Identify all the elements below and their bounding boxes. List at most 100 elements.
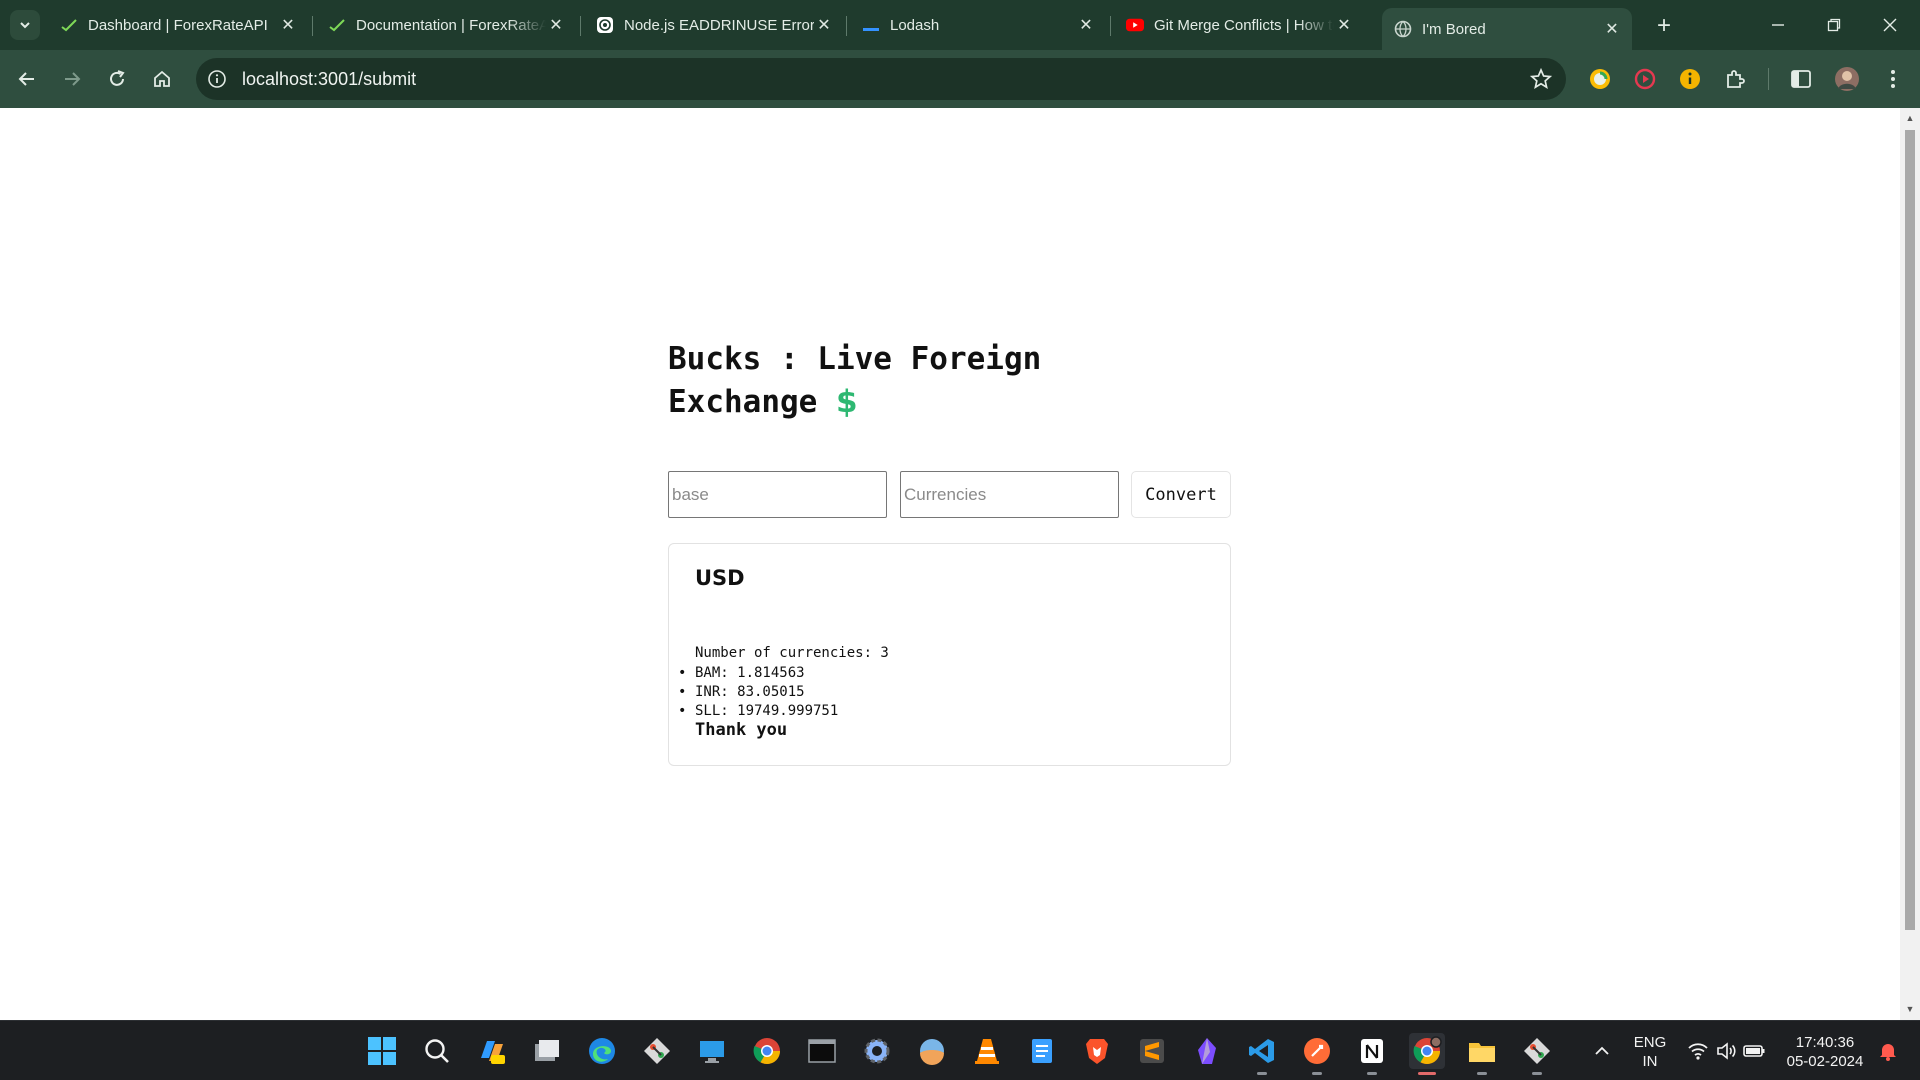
task-view-icon[interactable] [529, 1033, 565, 1069]
clock-time: 17:40:36 [1795, 1034, 1855, 1051]
scroll-up-arrow-icon[interactable]: ▲ [1905, 113, 1915, 123]
notepad-icon[interactable] [1024, 1033, 1060, 1069]
settings-icon[interactable] [859, 1033, 895, 1069]
language-code: ENG [1633, 1034, 1667, 1051]
toolbar-divider [1768, 68, 1769, 90]
forward-button[interactable] [57, 64, 87, 94]
chevron-up-icon[interactable] [1584, 1033, 1620, 1069]
profile-avatar[interactable] [1834, 66, 1860, 92]
convert-button[interactable]: Convert [1131, 471, 1231, 518]
vlc-icon[interactable] [969, 1033, 1005, 1069]
lodash-icon [862, 16, 880, 34]
edge-icon[interactable] [584, 1033, 620, 1069]
postman-icon[interactable] [1299, 1033, 1335, 1075]
file-explorer-icon[interactable] [1464, 1033, 1500, 1075]
tab-separator [1110, 16, 1111, 36]
search-icon[interactable] [419, 1033, 455, 1069]
site-info-icon[interactable] [206, 68, 228, 90]
obsidian-icon[interactable] [1189, 1033, 1225, 1069]
new-tab-button[interactable]: + [1650, 12, 1678, 40]
forexrate-check-icon [328, 16, 346, 34]
result-currency-count: Number of currencies: 3 [695, 645, 889, 661]
close-icon[interactable]: ✕ [1334, 15, 1354, 35]
region-code: IN [1642, 1053, 1658, 1070]
tab-title: Git Merge Conflicts | How to [1154, 16, 1334, 34]
restore-button[interactable] [1814, 10, 1854, 40]
restore-icon [1827, 18, 1841, 32]
browser-toolbar: localhost:3001/submit [0, 50, 1920, 108]
scroll-down-arrow-icon[interactable]: ▼ [1905, 1004, 1915, 1014]
rate-item-bam: BAM: 1.814563 [678, 664, 838, 683]
home-button[interactable] [147, 64, 177, 94]
extension-info-icon[interactable] [1677, 66, 1703, 92]
git-gui-icon[interactable] [1519, 1033, 1555, 1075]
sublime-icon[interactable] [1134, 1033, 1170, 1069]
extension-google-icon[interactable] [1587, 66, 1613, 92]
chrome-icon[interactable] [749, 1033, 785, 1069]
minimize-icon [1772, 24, 1784, 26]
arrow-right-icon [65, 72, 81, 86]
tab-separator [846, 16, 847, 36]
windows-start-icon[interactable] [364, 1033, 400, 1069]
url-text[interactable]: localhost:3001/submit [242, 69, 416, 90]
brave-icon[interactable] [1079, 1033, 1115, 1069]
reload-button[interactable] [102, 64, 132, 94]
tab-title: Lodash [890, 16, 940, 34]
system-clock[interactable]: 17:40:36 05-02-2024 [1780, 1033, 1870, 1071]
battery-icon[interactable] [1736, 1033, 1772, 1069]
side-panel-icon[interactable] [1788, 66, 1814, 92]
result-base-currency: USD [695, 566, 745, 590]
page-scrollbar[interactable]: ▲ ▼ [1900, 108, 1920, 1020]
close-window-button[interactable] [1870, 10, 1910, 40]
browser-menu-icon[interactable] [1880, 66, 1906, 92]
base-currency-input[interactable] [668, 471, 887, 518]
tab-documentation-forexrateapi[interactable]: Documentation | ForexRateAPI ✕ [316, 8, 576, 42]
chrome-profile-icon[interactable] [1409, 1033, 1445, 1075]
tab-separator [312, 16, 313, 36]
tab-separator [580, 16, 581, 36]
currencies-input[interactable] [900, 471, 1119, 518]
tab-dashboard-forexrateapi[interactable]: Dashboard | ForexRateAPI ✕ [48, 8, 308, 42]
back-button[interactable] [12, 64, 42, 94]
chevron-down-icon [20, 22, 30, 29]
tab-git-merge-conflicts[interactable]: Git Merge Conflicts | How to ✕ [1114, 8, 1364, 42]
rate-item-sll: SLL: 19749.999751 [678, 702, 838, 721]
page-title: Bucks : Live Foreign Exchange $ [668, 338, 1088, 424]
thank-you-text: Thank you [695, 720, 788, 740]
weather-icon[interactable] [914, 1033, 950, 1069]
extensions-puzzle-icon[interactable] [1722, 66, 1748, 92]
extension-record-icon[interactable] [1632, 66, 1658, 92]
tab-title: Documentation | ForexRateAPI [356, 16, 546, 34]
scrollbar-thumb[interactable] [1905, 130, 1915, 930]
tab-lodash[interactable]: Lodash ✕ [850, 8, 1106, 42]
tab-im-bored[interactable]: I'm Bored ✕ [1382, 8, 1632, 50]
close-icon[interactable]: ✕ [546, 15, 566, 35]
forexrate-check-icon [60, 16, 78, 34]
close-icon[interactable]: ✕ [814, 15, 834, 35]
tab-title: Dashboard | ForexRateAPI [88, 16, 268, 34]
address-bar[interactable]: localhost:3001/submit [196, 58, 1566, 100]
notion-icon[interactable] [1354, 1033, 1390, 1075]
tab-search-button[interactable] [10, 10, 40, 40]
remote-desktop-icon[interactable] [694, 1033, 730, 1069]
close-icon[interactable]: ✕ [278, 15, 298, 35]
tab-strip: Dashboard | ForexRateAPI ✕ Documentation… [0, 0, 1920, 50]
clock-date: 05-02-2024 [1786, 1053, 1864, 1070]
bookmark-star-icon[interactable] [1529, 67, 1553, 95]
close-icon[interactable]: ✕ [1602, 19, 1622, 39]
vscode-icon[interactable] [1244, 1033, 1280, 1075]
terminal-icon[interactable] [804, 1033, 840, 1069]
tab-nodejs-eaddrinuse[interactable]: Node.js EADDRINUSE Error ✕ [584, 8, 844, 42]
notification-bell-icon[interactable] [1870, 1033, 1906, 1069]
globe-icon [1394, 20, 1412, 38]
git-icon[interactable] [639, 1033, 675, 1069]
plus-icon: + [1656, 12, 1671, 39]
copilot-icon[interactable] [474, 1033, 510, 1069]
minimize-button[interactable] [1758, 10, 1798, 40]
input-language-indicator[interactable]: ENG IN [1628, 1033, 1672, 1071]
chatgpt-icon [596, 16, 614, 34]
close-icon[interactable]: ✕ [1076, 15, 1096, 35]
rate-item-inr: INR: 83.05015 [678, 683, 838, 702]
result-card: USD Number of currencies: 3 BAM: 1.81456… [668, 543, 1231, 766]
youtube-icon [1126, 16, 1144, 34]
